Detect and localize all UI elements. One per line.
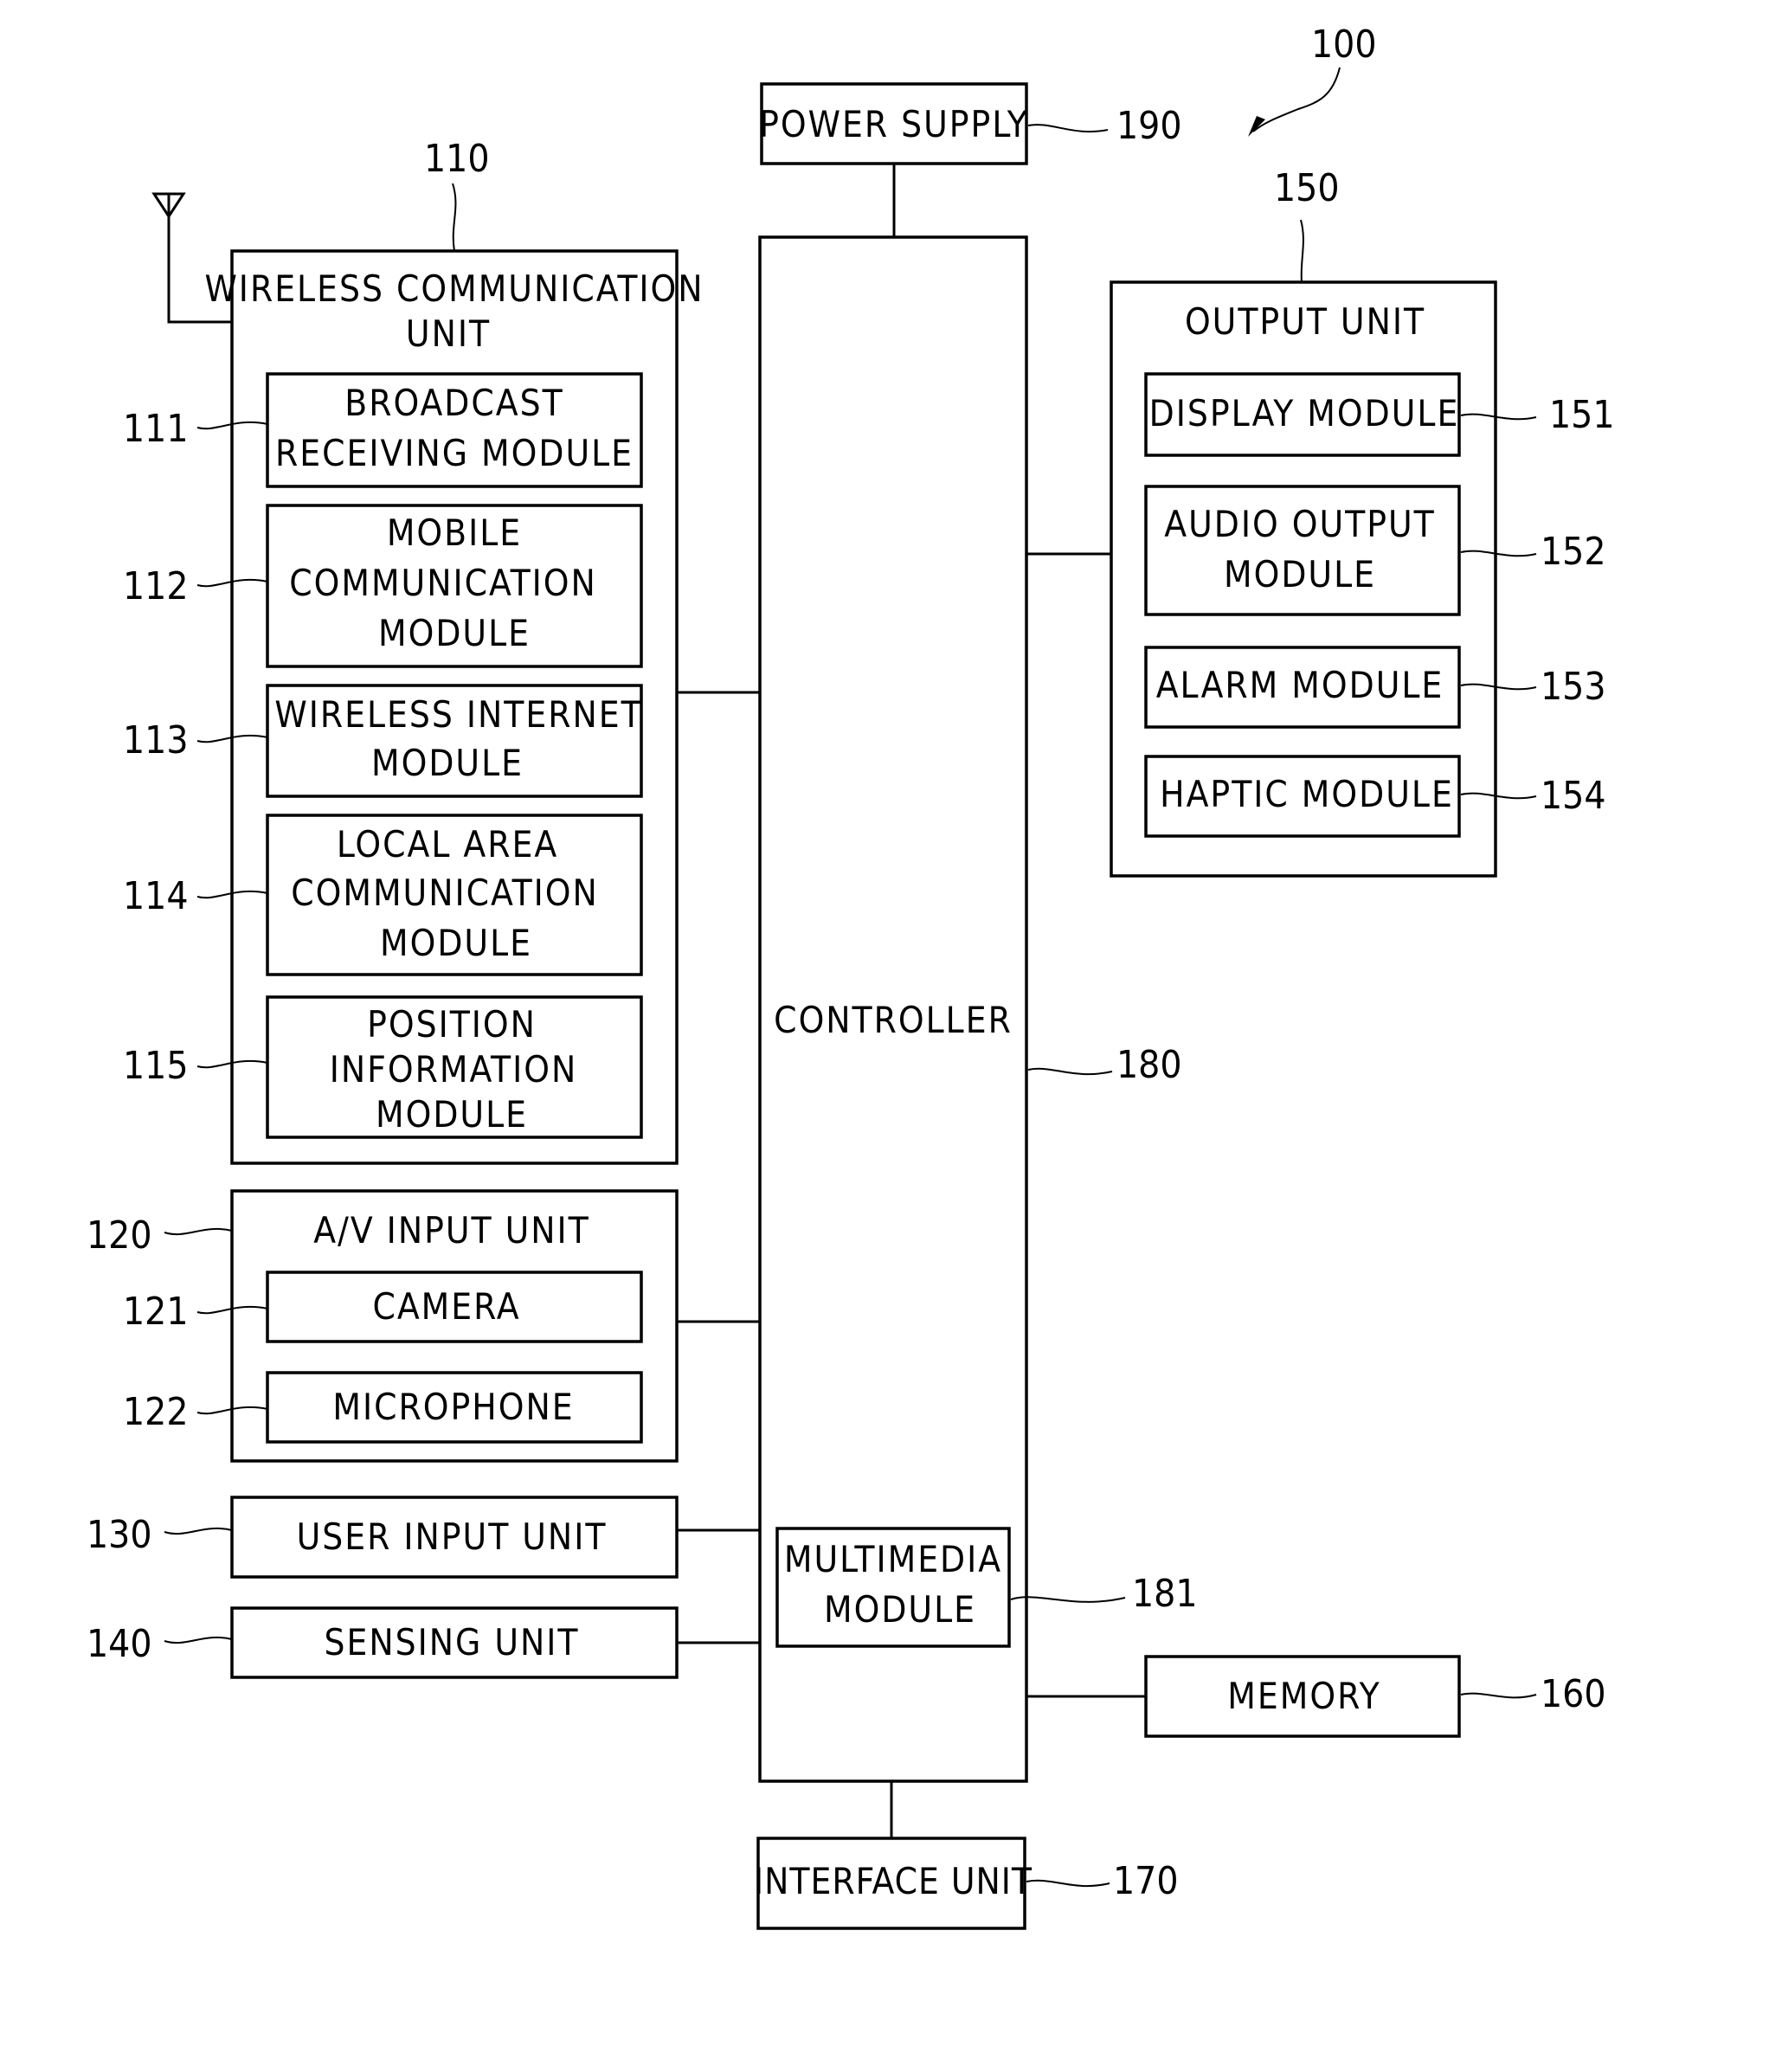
arrowhead-icon [1248, 116, 1265, 137]
ref-150: 150 [1274, 166, 1340, 210]
mobile-label-line2: COMMUNICATION [289, 562, 597, 604]
ref-100: 100 [1311, 23, 1377, 67]
wireless-internet-label-line1: WIRELESS INTERNET [274, 693, 642, 736]
wireless-unit-label-line2: UNIT [406, 312, 491, 355]
wireless-internet-module-block: WIRELESS INTERNET MODULE [266, 684, 643, 798]
ref-140: 140 [87, 1622, 152, 1666]
ref-122: 122 [123, 1390, 189, 1434]
ref-153: 153 [1541, 665, 1606, 709]
broadcast-label-line1: BROADCAST [344, 382, 563, 424]
ref-152: 152 [1541, 530, 1606, 574]
ref-110: 110 [424, 137, 490, 181]
memory-block: MEMORY [1144, 1655, 1461, 1738]
multimedia-module-block: MULTIMEDIA MODULE [775, 1527, 1011, 1648]
mobile-label-line1: MOBILE [387, 512, 522, 554]
broadcast-receiving-module-block: BROADCAST RECEIVING MODULE [266, 372, 643, 488]
camera-label: CAMERA [372, 1285, 520, 1328]
position-label-line3: MODULE [376, 1093, 528, 1136]
output-unit-label: OUTPUT UNIT [1185, 300, 1425, 343]
ref-115: 115 [123, 1044, 189, 1088]
ref-190: 190 [1116, 104, 1182, 148]
controller-label: CONTROLLER [774, 999, 1013, 1041]
power-supply-label: POWER SUPPLY [759, 103, 1029, 145]
mobile-label-line3: MODULE [378, 612, 531, 654]
ref-181: 181 [1132, 1572, 1198, 1616]
ref-121: 121 [123, 1290, 189, 1334]
ref-113: 113 [123, 718, 189, 763]
camera-block: CAMERA [266, 1271, 643, 1343]
position-information-module-block: POSITION INFORMATION MODULE [266, 995, 643, 1139]
local-area-label-line2: COMMUNICATION [291, 872, 599, 914]
user-input-label: USER INPUT UNIT [297, 1515, 608, 1558]
wireless-internet-label-line2: MODULE [371, 742, 524, 784]
interface-unit-block: INTERFACE UNIT [754, 1837, 1033, 1930]
device-arrow [1252, 67, 1341, 132]
sensing-unit-block: SENSING UNIT [230, 1606, 679, 1679]
ref-120: 120 [87, 1213, 152, 1258]
multimedia-label-line1: MULTIMEDIA [784, 1538, 1002, 1580]
av-input-label: A/V INPUT UNIT [313, 1209, 589, 1252]
audio-output-label-line1: AUDIO OUTPUT [1164, 503, 1435, 545]
position-label-line2: INFORMATION [330, 1048, 578, 1091]
ref-180: 180 [1116, 1043, 1182, 1087]
mobile-communication-module-block: MOBILE COMMUNICATION MODULE [266, 504, 643, 668]
display-label: DISPLAY MODULE [1149, 392, 1460, 434]
sensing-label: SENSING UNIT [325, 1621, 580, 1663]
local-area-label-line1: LOCAL AREA [337, 823, 558, 865]
ref-130: 130 [87, 1513, 152, 1557]
haptic-module-block: HAPTIC MODULE [1144, 755, 1461, 838]
ref-151: 151 [1549, 393, 1615, 437]
ref-114: 114 [123, 874, 189, 918]
broadcast-label-line2: RECEIVING MODULE [275, 432, 634, 474]
local-area-label-line3: MODULE [380, 922, 532, 964]
ref-154: 154 [1541, 774, 1606, 818]
user-input-unit-block: USER INPUT UNIT [230, 1496, 679, 1579]
alarm-label: ALARM MODULE [1156, 664, 1444, 706]
haptic-label: HAPTIC MODULE [1160, 773, 1454, 815]
alarm-module-block: ALARM MODULE [1144, 646, 1461, 729]
mobile-terminal-block-diagram: 100 POWER SUPPLY 190 CONTROLLER 180 MULT… [87, 23, 1615, 1930]
local-area-communication-module-block: LOCAL AREA COMMUNICATION MODULE [266, 814, 643, 976]
ref-111: 111 [123, 407, 189, 451]
display-module-block: DISPLAY MODULE [1144, 372, 1461, 457]
ref-170: 170 [1113, 1859, 1179, 1903]
audio-output-label-line2: MODULE [1224, 553, 1376, 595]
microphone-label: MICROPHONE [332, 1386, 574, 1428]
ref-160: 160 [1541, 1672, 1606, 1716]
microphone-block: MICROPHONE [266, 1371, 643, 1444]
multimedia-label-line2: MODULE [824, 1588, 976, 1631]
power-supply-block: POWER SUPPLY [759, 82, 1029, 165]
memory-label: MEMORY [1227, 1675, 1380, 1717]
ref-112: 112 [123, 564, 189, 608]
audio-output-module-block: AUDIO OUTPUT MODULE [1144, 485, 1461, 616]
position-label-line1: POSITION [367, 1003, 537, 1046]
interface-label: INTERFACE UNIT [754, 1860, 1033, 1902]
wireless-unit-label-line1: WIRELESS COMMUNICATION [204, 267, 704, 310]
